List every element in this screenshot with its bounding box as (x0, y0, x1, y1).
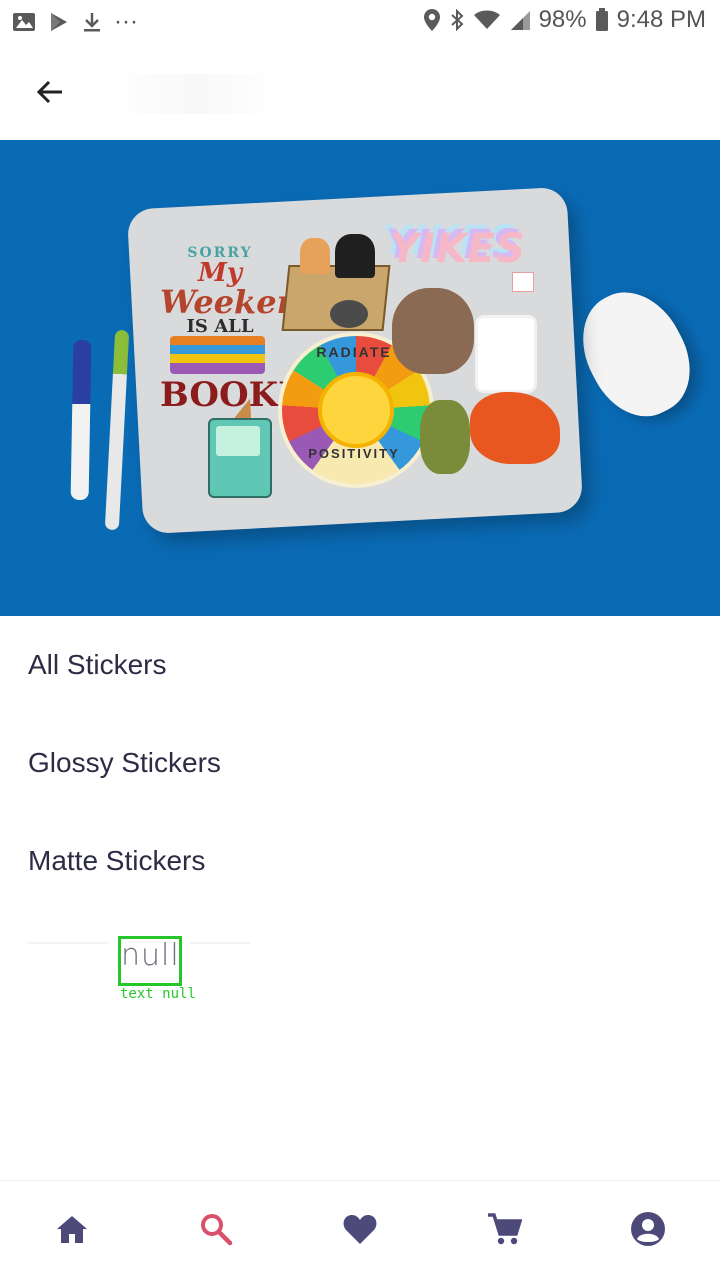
debug-caption: text null (120, 986, 196, 1002)
nav-search-button[interactable] (180, 1195, 252, 1267)
overflow-dots: ··· (114, 8, 138, 35)
battery-percent: 98% (538, 6, 587, 33)
null-label: null (121, 938, 180, 973)
play-store-icon (48, 11, 70, 33)
teabag-sticker (478, 318, 534, 390)
blue-marker (70, 339, 92, 501)
tea-tag (512, 272, 534, 292)
bluetooth-icon (449, 8, 465, 32)
search-icon (199, 1212, 233, 1251)
back-button[interactable] (28, 72, 72, 116)
green-marker (104, 329, 130, 531)
account-icon (630, 1211, 666, 1252)
reading-dino-sticker (420, 400, 470, 474)
home-icon (55, 1213, 89, 1250)
wifi-icon (473, 9, 501, 31)
smiling-sun (318, 372, 394, 448)
category-all-stickers[interactable]: All Stickers (0, 616, 720, 714)
status-bar: ··· 98% 9:48 PM (0, 0, 720, 44)
category-list: All Stickers Glossy Stickers Matte Stick… (0, 616, 720, 910)
clock: 9:48 PM (616, 6, 706, 33)
nav-favorites-button[interactable] (324, 1195, 396, 1267)
yikes-sticker: YIKES (390, 226, 526, 272)
null-list-item[interactable]: null text null (0, 930, 720, 1010)
computer-mouse (563, 274, 709, 434)
cart-icon (486, 1212, 523, 1251)
sticker-text-positivity: POSITIVITY (308, 446, 400, 461)
heart-icon (342, 1213, 378, 1250)
sticker-text-booked: BOOKED (160, 375, 334, 415)
status-bar-right: 98% 9:48 PM (423, 6, 706, 34)
sticker-text-weekend: Weekend (160, 283, 323, 321)
bottom-navigation (0, 1180, 720, 1281)
signal-icon (509, 9, 531, 31)
nav-account-button[interactable] (612, 1195, 684, 1267)
stacked-sloths-sticker (392, 288, 474, 374)
status-bar-left: ··· (12, 8, 138, 36)
page-title-placeholder (110, 74, 280, 114)
category-matte-stickers[interactable]: Matte Stickers (0, 812, 720, 910)
bmo-screen (216, 426, 260, 456)
nav-home-button[interactable] (36, 1195, 108, 1267)
books-sticker-art (170, 336, 265, 374)
arrow-left-icon (34, 76, 66, 113)
faint-divider-right (190, 942, 250, 944)
battery-icon (595, 8, 609, 32)
image-icon (12, 11, 36, 33)
faint-divider-left (28, 942, 108, 944)
orange-cat (300, 238, 330, 274)
location-icon (423, 8, 441, 32)
app-bar (0, 44, 720, 140)
grey-cat (330, 300, 368, 328)
category-glossy-stickers[interactable]: Glossy Stickers (0, 714, 720, 812)
download-icon (82, 11, 102, 33)
black-cat (335, 234, 375, 278)
hero-banner-image: SORRY My Weekend IS ALL BOOKED YIKES RAD… (0, 140, 720, 616)
weekend-booked-sticker: SORRY My Weekend IS ALL BOOKED (160, 246, 334, 415)
nav-cart-button[interactable] (468, 1195, 540, 1267)
